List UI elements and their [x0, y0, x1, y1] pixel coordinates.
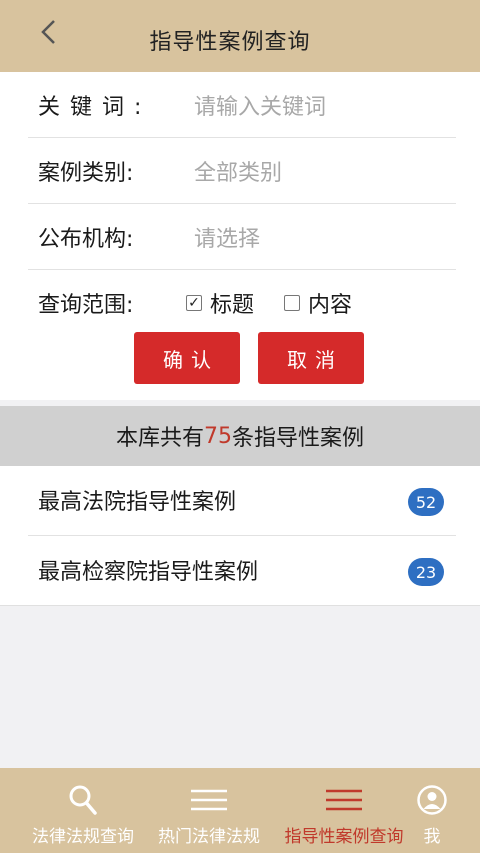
tab-me[interactable]: 我 — [414, 768, 450, 853]
tab-label: 热门法律法规 — [158, 827, 260, 847]
search-icon — [68, 780, 98, 820]
tab-law-search[interactable]: 法律法规查询 — [24, 768, 142, 853]
scope-content-checkbox[interactable]: 内容 — [284, 287, 352, 319]
cancel-button[interactable]: 取消 — [258, 332, 364, 384]
publisher-row: 公布机构: 请选择 — [0, 204, 480, 270]
category-label: 案例类别: — [38, 161, 134, 186]
search-form: 关键词: 请输入关键词 案例类别: 全部类别 公布机构: 请选择 查询范围: ✓… — [0, 72, 480, 400]
user-icon — [417, 780, 447, 820]
category-row: 案例类别: 全部类别 — [0, 138, 480, 204]
scope-title-checkbox[interactable]: ✓ 标题 — [186, 287, 254, 319]
case-list: 最高法院指导性案例 52 最高检察院指导性案例 23 — [0, 466, 480, 606]
summary-prefix: 本库共有 — [115, 426, 204, 451]
scope-content-label: 内容 — [308, 293, 353, 318]
unchecked-checkbox-icon — [284, 295, 300, 311]
app-header: 指导性案例查询 — [0, 0, 480, 72]
menu-icon — [190, 780, 228, 820]
tab-label: 法律法规查询 — [32, 827, 134, 847]
category-select[interactable]: 全部类别 — [194, 155, 282, 187]
scope-row: 查询范围: ✓ 标题 内容 — [0, 270, 480, 336]
list-item-supreme-court[interactable]: 最高法院指导性案例 52 — [0, 466, 480, 536]
summary-suffix: 条指导性案例 — [232, 426, 365, 451]
tab-popular-laws[interactable]: 热门法律法规 — [150, 768, 268, 853]
count-badge: 52 — [408, 488, 444, 516]
page-title: 指导性案例查询 — [149, 30, 311, 55]
menu-icon — [325, 780, 363, 820]
keyword-row: 关键词: 请输入关键词 — [0, 72, 480, 138]
list-item-supreme-procuratorate[interactable]: 最高检察院指导性案例 23 — [0, 536, 480, 606]
tab-guiding-cases[interactable]: 指导性案例查询 — [276, 768, 412, 853]
checked-checkbox-icon: ✓ — [186, 295, 202, 311]
tab-label: 指导性案例查询 — [284, 827, 404, 847]
list-item-title: 最高法院指导性案例 — [38, 490, 237, 515]
scope-label: 查询范围: — [38, 293, 134, 318]
confirm-button[interactable]: 确认 — [134, 332, 240, 384]
scope-title-label: 标题 — [210, 293, 255, 318]
keyword-input[interactable]: 请输入关键词 — [194, 89, 326, 121]
count-badge: 23 — [408, 558, 444, 586]
case-count: 75 — [204, 423, 232, 449]
tab-label: 我 — [423, 827, 441, 847]
bottom-tab-bar: 法律法规查询 热门法律法规 指导性案例查询 我 — [0, 768, 480, 853]
keyword-label: 关键词: — [38, 95, 152, 120]
list-item-title: 最高检察院指导性案例 — [38, 560, 259, 585]
case-count-banner: 本库共有 75 条指导性案例 — [0, 406, 480, 466]
publisher-label: 公布机构: — [38, 227, 134, 252]
publisher-select[interactable]: 请选择 — [194, 221, 260, 253]
